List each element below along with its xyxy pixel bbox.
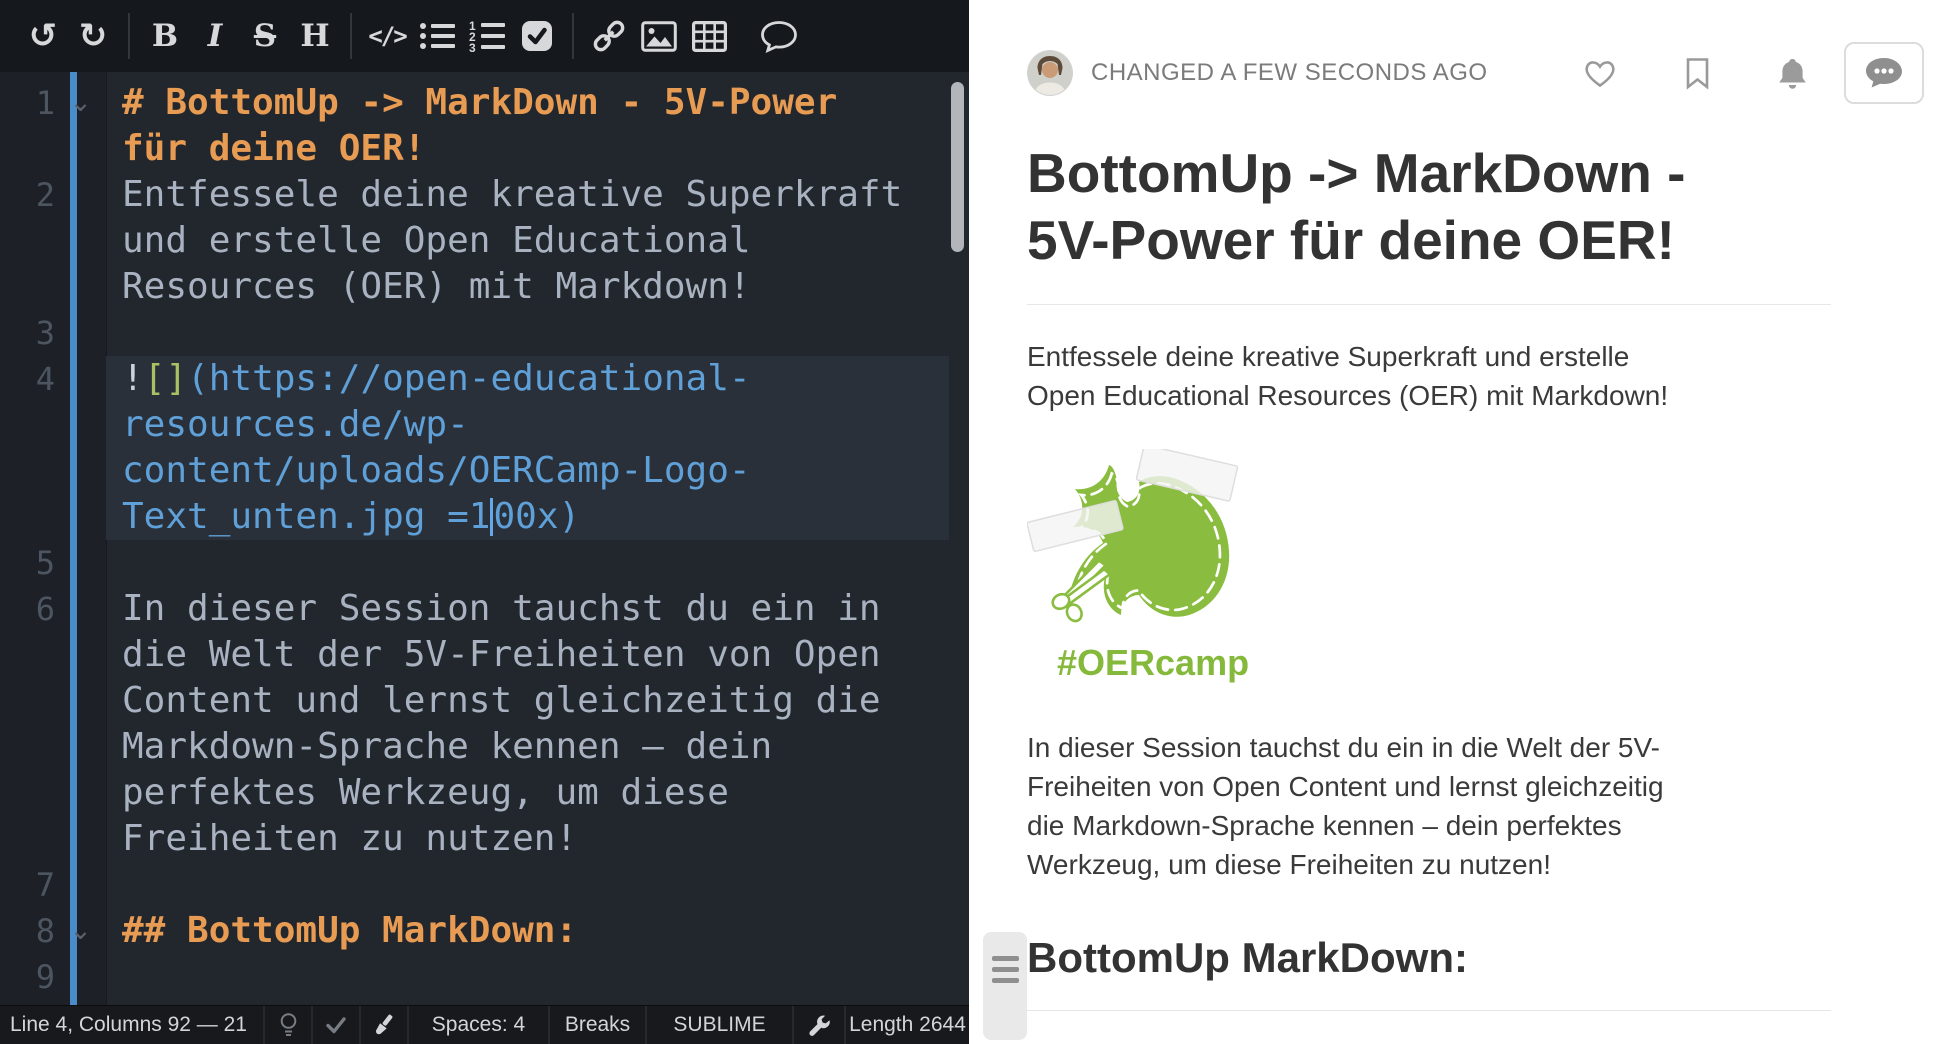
editor-line-row: und erstelle Open Educational <box>0 218 969 264</box>
editor-line-row: Resources (OER) mit Markdown! <box>0 264 969 310</box>
line-number <box>0 264 55 310</box>
editor-line-row: 6In dieser Session tauchst du ein in <box>0 586 969 632</box>
line-number <box>0 402 55 448</box>
doc-length: Length 2644 <box>844 1006 969 1044</box>
editor-line-row: 8⌄## BottomUp MarkDown: <box>0 908 969 954</box>
editor-lines: 1⌄# BottomUp -> MarkDown - 5V-Powerfür d… <box>0 72 969 1006</box>
line-number: 2 <box>0 172 55 218</box>
author-avatar[interactable] <box>1027 50 1073 96</box>
oercamp-logo-text: #OERcamp <box>1057 642 1831 684</box>
editor-line-row: resources.de/wp- <box>0 402 969 448</box>
indent-setting[interactable]: Spaces: 4 <box>407 1006 548 1044</box>
preview-paragraph-2: In dieser Session tauchst du ein in die … <box>1027 728 1831 884</box>
italic-icon[interactable]: I <box>192 13 238 59</box>
editor-toolbar: ↺↻BISH</>123 <box>0 0 969 73</box>
line-number <box>0 632 55 678</box>
heart-icon[interactable] <box>1582 57 1618 89</box>
oercamp-logo-image: #OERcamp <box>1027 449 1831 684</box>
lightbulb-icon[interactable] <box>263 1006 311 1044</box>
line-number: 3 <box>0 310 55 356</box>
line-number: 4 <box>0 356 55 402</box>
undo-icon[interactable]: ↺ <box>20 13 66 59</box>
toc-toggle-handle[interactable] <box>983 932 1027 1040</box>
brush-icon[interactable] <box>359 1006 407 1044</box>
code-icon[interactable]: </> <box>364 13 410 59</box>
editor-line-row: Markdown-Sprache kennen – dein <box>0 724 969 770</box>
fold-chevron-icon[interactable]: ⌄ <box>55 908 106 954</box>
bell-icon[interactable] <box>1777 57 1808 90</box>
editor-scrollbar[interactable] <box>951 82 964 252</box>
line-number <box>0 678 55 724</box>
editor-line-row: für deine OER! <box>0 126 969 172</box>
bookmark-icon[interactable] <box>1684 57 1711 90</box>
markdown-editor[interactable]: 1⌄# BottomUp -> MarkDown - 5V-Powerfür d… <box>0 72 969 1006</box>
line-number: 9 <box>0 954 55 1000</box>
editor-line-row: 2Entfessele deine kreative Superkraft <box>0 172 969 218</box>
fold-chevron-icon[interactable]: ⌄ <box>55 80 106 126</box>
editor-line-row: Freiheiten zu nutzen! <box>0 816 969 862</box>
heading-icon[interactable]: H <box>292 13 338 59</box>
editor-line-row: perfektes Werkzeug, um diese <box>0 770 969 816</box>
check-icon[interactable] <box>311 1006 359 1044</box>
line-number <box>0 816 55 862</box>
editor-line-row: 1⌄# BottomUp -> MarkDown - 5V-Power <box>0 80 969 126</box>
table-icon[interactable] <box>686 13 732 59</box>
line-number: 8 <box>0 908 55 954</box>
line-number: 6 <box>0 586 55 632</box>
bold-icon[interactable]: B <box>142 13 188 59</box>
preview-pane: CHANGED A FEW SECONDS AGO <box>969 0 1938 1044</box>
toolbar-group: ↺↻ <box>8 13 128 59</box>
redo-icon[interactable]: ↻ <box>70 13 116 59</box>
line-number: 5 <box>0 540 55 586</box>
editor-line-row: 9 <box>0 954 969 1000</box>
editor-line-row: 7 <box>0 862 969 908</box>
ordered-list-icon[interactable]: 123 <box>464 13 510 59</box>
unordered-list-icon[interactable] <box>414 13 460 59</box>
keymap-setting[interactable]: SUBLIME <box>645 1006 792 1044</box>
link-icon[interactable] <box>586 13 632 59</box>
toolbar-group: BISH <box>128 13 350 59</box>
hackmd-split-view: ↺↻BISH</>123 1⌄# BottomUp -> MarkDown - … <box>0 0 1938 1044</box>
line-number <box>0 724 55 770</box>
editor-line-row: Text_unten.jpg =100x) <box>0 494 969 540</box>
toolbar-group: </> 123 <box>350 13 572 59</box>
line-number: 1 <box>0 80 55 126</box>
editor-line-row: content/uploads/OERCamp-Logo- <box>0 448 969 494</box>
editor-line-row: die Welt der 5V-Freiheiten von Open <box>0 632 969 678</box>
strikethrough-icon[interactable]: S <box>242 13 288 59</box>
editor-line-row: 3 <box>0 310 969 356</box>
line-number <box>0 770 55 816</box>
line-number <box>0 494 55 540</box>
editor-statusbar: Line 4, Columns 92 — 21 Spaces: 4BreaksSU… <box>0 1005 969 1044</box>
last-changed-label: CHANGED A FEW SECONDS AGO <box>1091 59 1488 87</box>
markdown-preview: BottomUp -> MarkDown -5V-Power für deine… <box>969 140 1938 1011</box>
editor-pane: ↺↻BISH</>123 1⌄# BottomUp -> MarkDown - … <box>0 0 969 1044</box>
line-number <box>0 218 55 264</box>
wrench-icon[interactable] <box>792 1006 844 1044</box>
comment-icon[interactable] <box>756 13 802 59</box>
preview-title: BottomUp -> MarkDown -5V-Power für deine… <box>1027 140 1831 305</box>
task-list-icon[interactable] <box>514 13 560 59</box>
line-number <box>0 126 55 172</box>
image-icon[interactable] <box>636 13 682 59</box>
editor-line-row: 5 <box>0 540 969 586</box>
preview-header: CHANGED A FEW SECONDS AGO <box>969 0 1938 104</box>
preview-paragraph-1: Entfessele deine kreative Superkraft und… <box>1027 337 1831 415</box>
line-number <box>0 448 55 494</box>
editor-line-row: Content und lernst gleichzeitig die <box>0 678 969 724</box>
editor-line-row: 4![](https://open-educational- <box>0 356 969 402</box>
hamburger-icon <box>992 956 1019 961</box>
linebreak-setting[interactable]: Breaks <box>548 1006 645 1044</box>
svg-text:3: 3 <box>469 41 476 52</box>
comment-panel-button[interactable] <box>1844 42 1924 104</box>
toolbar-group <box>572 13 814 59</box>
preview-subtitle: BottomUp MarkDown: <box>1027 934 1831 1011</box>
line-number: 7 <box>0 862 55 908</box>
cursor-position: Line 4, Columns 92 — 21 <box>0 1006 263 1044</box>
